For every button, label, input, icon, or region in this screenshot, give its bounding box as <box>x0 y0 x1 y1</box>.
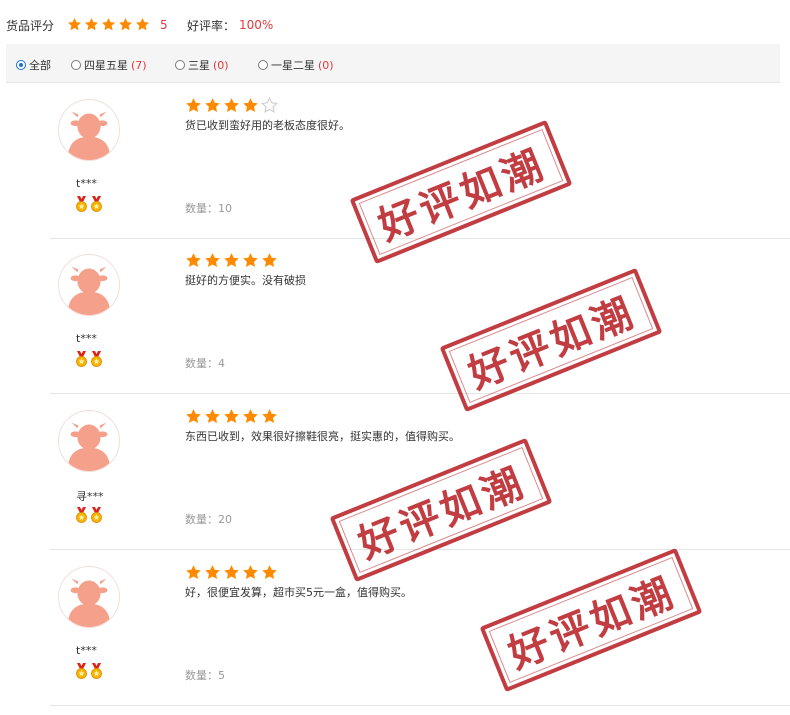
good-rate-value: 100% <box>239 18 274 32</box>
purchase-quantity: 数量：10 <box>185 202 232 215</box>
purchase-quantity: 数量：4 <box>185 357 225 370</box>
review-star-rating <box>185 408 278 425</box>
member-medal-icon <box>74 507 104 523</box>
review-star-rating <box>185 97 278 114</box>
review-text: 东西已收到，效果很好擦鞋很亮，挺实惠的，值得购买。 <box>185 430 460 443</box>
review-item: t*** 好，很便宜发算，超市买5元一盒，值得购买。 数量：5 <box>50 549 790 706</box>
star-filled-icon <box>223 408 240 425</box>
filter-label: 全部 <box>29 59 51 72</box>
rating-summary: 货品评分 5 好评率： 100% <box>0 0 790 44</box>
member-medal-icon <box>74 351 104 367</box>
filter-count: (0) <box>318 58 334 72</box>
radio-button[interactable] <box>16 60 26 70</box>
review-filter-bar: 全部 四星五星 (7) 三星 (0) 一星二星 (0) <box>6 44 780 83</box>
star-filled-icon <box>101 17 116 32</box>
radio-button[interactable] <box>258 60 268 70</box>
star-filled-icon <box>261 252 278 269</box>
filter-four-five-star[interactable]: 四星五星 (7) <box>71 57 147 73</box>
star-empty-icon <box>261 97 278 114</box>
filter-label: 三星 <box>188 59 210 72</box>
review-text: 挺好的方便实。没有破损 <box>185 274 306 287</box>
star-filled-icon <box>261 408 278 425</box>
user-name: t*** <box>76 332 97 345</box>
star-filled-icon <box>223 564 240 581</box>
star-filled-icon <box>223 252 240 269</box>
star-filled-icon <box>223 97 240 114</box>
purchase-quantity: 数量：20 <box>185 513 232 526</box>
summary-star-rating <box>67 17 150 32</box>
member-medal-icon <box>74 663 104 679</box>
star-filled-icon <box>242 408 259 425</box>
rating-label: 货品评分 <box>6 19 55 33</box>
star-filled-icon <box>261 564 278 581</box>
star-filled-icon <box>242 252 259 269</box>
user-name: t*** <box>76 177 97 190</box>
filter-count: (7) <box>131 58 147 72</box>
review-star-rating <box>185 252 278 269</box>
star-filled-icon <box>185 252 202 269</box>
rating-value: 5 <box>160 18 168 32</box>
star-filled-icon <box>67 17 82 32</box>
filter-count: (0) <box>213 58 229 72</box>
filter-label: 四星五星 <box>84 59 128 72</box>
filter-label: 一星二星 <box>271 59 315 72</box>
radio-button[interactable] <box>71 60 81 70</box>
review-item: 寻*** 东西已收到，效果很好擦鞋很亮，挺实惠的，值得购买。 数量：20 <box>50 393 790 550</box>
star-filled-icon <box>118 17 133 32</box>
review-text: 货已收到蛮好用的老板态度很好。 <box>185 119 350 132</box>
star-filled-icon <box>204 564 221 581</box>
avatar <box>58 99 120 161</box>
star-filled-icon <box>135 17 150 32</box>
radio-button[interactable] <box>175 60 185 70</box>
filter-all[interactable]: 全部 <box>16 57 51 73</box>
filter-three-star[interactable]: 三星 (0) <box>175 57 229 73</box>
filter-one-two-star[interactable]: 一星二星 (0) <box>258 57 334 73</box>
review-item: t*** 货已收到蛮好用的老板态度很好。 数量：10 <box>50 82 790 239</box>
avatar <box>58 410 120 472</box>
star-filled-icon <box>185 408 202 425</box>
star-filled-icon <box>204 408 221 425</box>
review-item: t*** 挺好的方便实。没有破损 数量：4 <box>50 237 790 394</box>
member-medal-icon <box>74 196 104 212</box>
star-filled-icon <box>84 17 99 32</box>
avatar <box>58 254 120 316</box>
star-filled-icon <box>242 564 259 581</box>
good-rate-label: 好评率： <box>187 19 236 33</box>
user-name: t*** <box>76 644 97 657</box>
purchase-quantity: 数量：5 <box>185 669 225 682</box>
star-filled-icon <box>185 564 202 581</box>
avatar <box>58 566 120 628</box>
user-name: 寻*** <box>76 490 104 503</box>
review-star-rating <box>185 564 278 581</box>
star-filled-icon <box>185 97 202 114</box>
review-text: 好，很便宜发算，超市买5元一盒，值得购买。 <box>185 586 412 599</box>
star-filled-icon <box>204 97 221 114</box>
star-filled-icon <box>204 252 221 269</box>
star-filled-icon <box>242 97 259 114</box>
